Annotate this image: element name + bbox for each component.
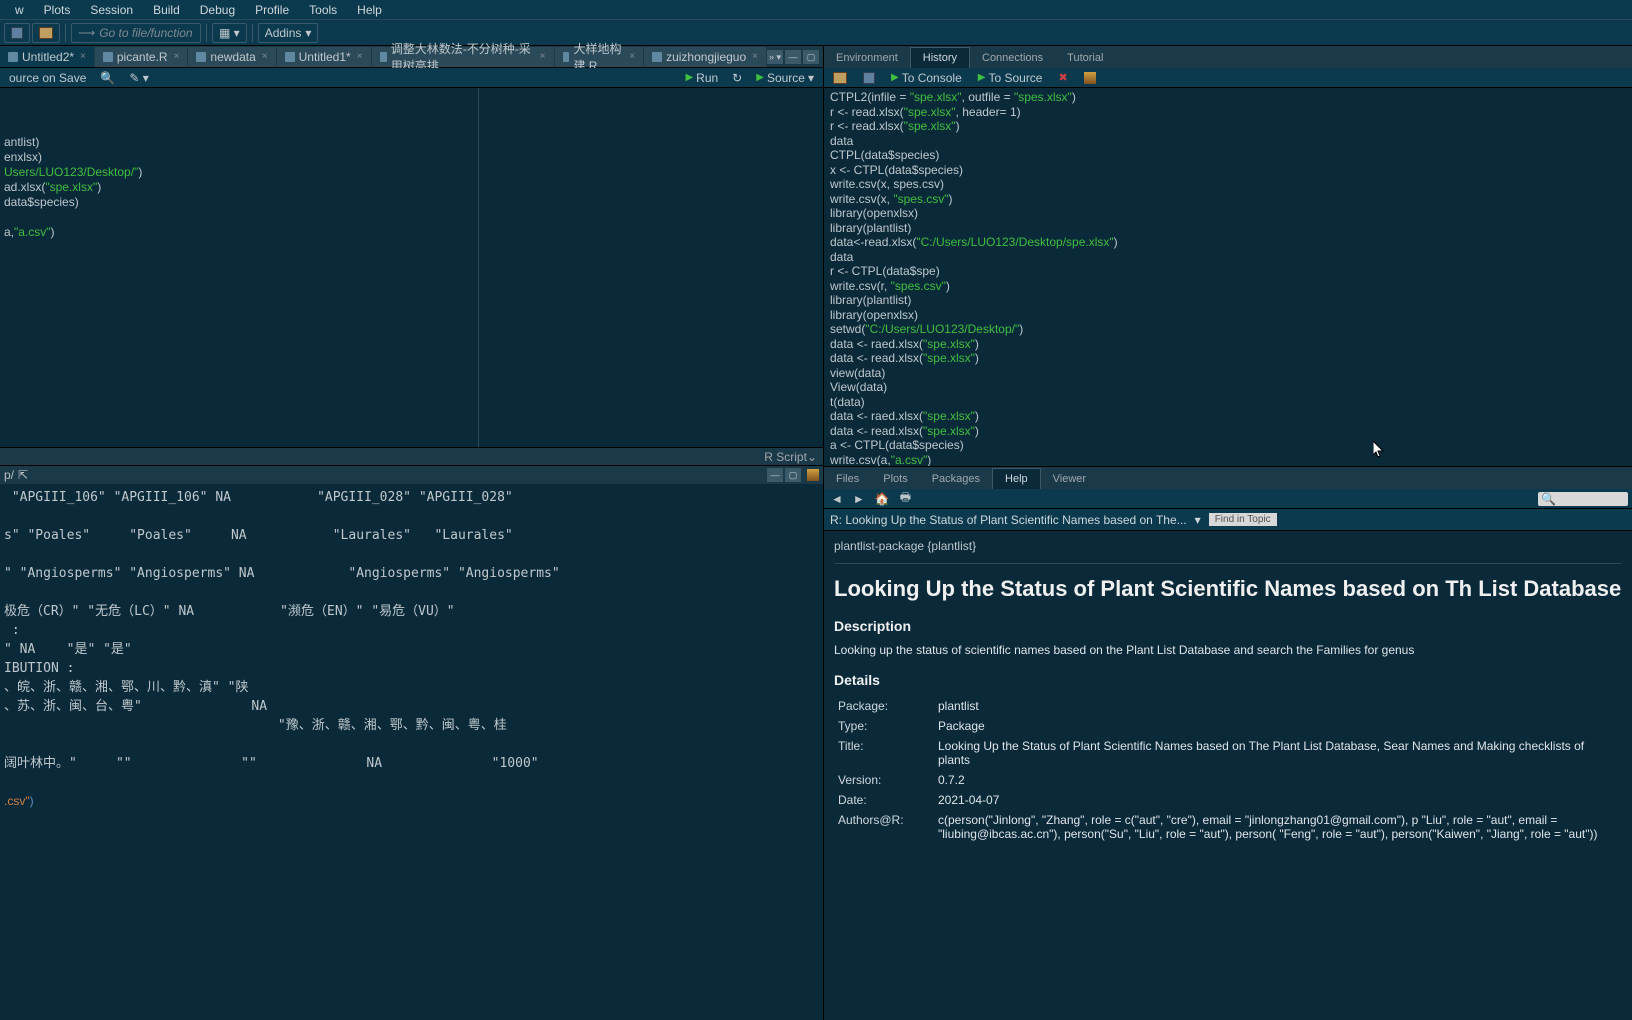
popout-icon[interactable]: ⇱	[18, 468, 28, 482]
file-icon	[11, 27, 23, 39]
help-title: Looking Up the Status of Plant Scientifi…	[834, 576, 1622, 602]
close-icon[interactable]: ×	[629, 51, 635, 62]
help-topic-header: plantlist-package {plantlist}	[834, 539, 1622, 564]
editor-tabs: Untitled2*× picante.R× newdata× Untitled…	[0, 46, 823, 68]
source-button[interactable]: ▶Source ▾	[751, 70, 819, 86]
menu-item[interactable]: Help	[347, 3, 392, 17]
file-icon	[196, 52, 206, 62]
close-icon[interactable]: ×	[174, 51, 180, 62]
save-history-button[interactable]	[858, 71, 880, 85]
source-on-save-checkbox[interactable]: ource on Save	[4, 70, 91, 86]
minimize-button[interactable]: —	[785, 50, 801, 64]
menu-item[interactable]: Debug	[190, 3, 245, 17]
history-toolbar: ▶To Console ▶To Source ✖	[824, 68, 1632, 88]
env-pane-tabs: Environment History Connections Tutorial	[824, 46, 1632, 68]
tab-history[interactable]: History	[910, 47, 970, 68]
back-button[interactable]: ◄	[828, 492, 846, 506]
goto-file-input[interactable]: ⟶ Go to file/function	[71, 23, 201, 43]
tab-environment[interactable]: Environment	[824, 48, 910, 68]
tab-files[interactable]: Files	[824, 469, 871, 489]
breadcrumb-text: R: Looking Up the Status of Plant Scient…	[830, 513, 1187, 527]
file-icon	[103, 52, 113, 62]
tab-newdata[interactable]: newdata×	[188, 47, 275, 67]
menu-item[interactable]: Plots	[34, 3, 81, 17]
history-list[interactable]: CTPL2(infile = "spe.xlsx", outfile = "sp…	[824, 88, 1632, 466]
forward-button[interactable]: ►	[850, 492, 868, 506]
minimize-button[interactable]: —	[767, 468, 783, 482]
help-content[interactable]: plantlist-package {plantlist} Looking Up…	[824, 531, 1632, 1020]
editor-statusbar: R Script ⌄	[0, 447, 823, 465]
to-console-button[interactable]: ▶To Console	[886, 70, 967, 86]
clear-button[interactable]	[1079, 71, 1101, 85]
menu-item[interactable]: Build	[143, 3, 190, 17]
run-button[interactable]: ▶Run	[680, 70, 723, 86]
close-icon[interactable]: ×	[262, 51, 268, 62]
menu-item[interactable]: w	[5, 3, 34, 17]
tab-chinese2[interactable]: 大样地构建.R×	[555, 47, 644, 67]
tab-tutorial[interactable]: Tutorial	[1055, 48, 1115, 68]
menu-item[interactable]: Profile	[245, 3, 299, 17]
help-breadcrumb: R: Looking Up the Status of Plant Scient…	[824, 509, 1632, 531]
addins-button[interactable]: Addins ▾	[258, 23, 319, 43]
help-toolbar: ◄ ► 🏠 🖶 🔍	[824, 489, 1632, 509]
tab-viewer[interactable]: Viewer	[1041, 469, 1098, 489]
home-button[interactable]: 🏠	[872, 492, 893, 506]
maximize-button[interactable]: ▢	[803, 50, 819, 64]
tab-connections[interactable]: Connections	[970, 48, 1055, 68]
tab-zuizhong[interactable]: zuizhongjieguo×	[644, 47, 766, 67]
close-icon[interactable]: ×	[357, 51, 363, 62]
close-icon[interactable]: ×	[80, 51, 86, 62]
rerun-button[interactable]: ↻	[727, 70, 747, 86]
wand-button[interactable]: ✎ ▾	[124, 70, 153, 86]
file-icon	[8, 52, 18, 62]
tab-untitled1[interactable]: Untitled1*×	[277, 47, 371, 67]
remove-button[interactable]: ✖	[1053, 70, 1072, 85]
find-button[interactable]: 🔍	[95, 70, 120, 86]
open-button[interactable]	[32, 23, 60, 43]
console-path: p/	[4, 468, 14, 482]
load-history-button[interactable]	[828, 71, 852, 85]
disk-icon	[863, 72, 875, 84]
new-file-button[interactable]	[4, 23, 30, 43]
grid-button[interactable]: ▦ ▾	[212, 23, 247, 43]
tab-plots[interactable]: Plots	[871, 469, 919, 489]
menu-item[interactable]: Tools	[299, 3, 347, 17]
menubar: w Plots Session Build Debug Profile Tool…	[0, 0, 1632, 20]
code-editor[interactable]: antlist)enxlsx)Users/LUO123/Desktop/")ad…	[0, 88, 823, 447]
tab-chinese1[interactable]: 调整大林数法-不分树种-采用树高排...×	[372, 47, 554, 67]
folder-icon	[833, 72, 847, 84]
main-toolbar: ⟶ Go to file/function ▦ ▾ Addins ▾	[0, 20, 1632, 46]
find-in-topic-input[interactable]: Find in Topic	[1209, 513, 1277, 526]
file-icon	[652, 52, 662, 62]
tab-packages[interactable]: Packages	[920, 469, 992, 489]
tab-untitled2[interactable]: Untitled2*×	[0, 47, 94, 67]
help-details-table: Package:plantlistType:PackageTitle:Looki…	[834, 696, 1622, 844]
menu-item[interactable]: Session	[80, 3, 143, 17]
maximize-button[interactable]: ▢	[785, 468, 801, 482]
file-icon	[563, 52, 570, 62]
folder-icon	[39, 27, 53, 39]
help-description: Looking up the status of scientific name…	[834, 642, 1622, 658]
console-output[interactable]: "APGIII_106" "APGIII_106" NA "APGIII_028…	[0, 484, 823, 1020]
dropdown-icon[interactable]: ▾	[1195, 513, 1201, 527]
help-section-heading: Details	[834, 672, 1622, 688]
close-icon[interactable]: ×	[752, 51, 758, 62]
clear-icon[interactable]	[807, 469, 819, 481]
to-source-button[interactable]: ▶To Source	[973, 70, 1048, 86]
help-search-input[interactable]: 🔍	[1538, 492, 1628, 506]
tab-help[interactable]: Help	[992, 468, 1041, 489]
close-icon[interactable]: ×	[540, 51, 546, 62]
console-header: p/ ⇱ — ▢	[0, 466, 823, 484]
help-section-heading: Description	[834, 618, 1622, 634]
editor-toolbar: ource on Save 🔍 ✎ ▾ ▶Run ↻ ▶Source ▾	[0, 68, 823, 88]
help-pane-tabs: Files Plots Packages Help Viewer	[824, 467, 1632, 489]
tab-scroll-button[interactable]: » ▾	[767, 50, 783, 64]
print-button[interactable]: 🖶	[897, 488, 914, 509]
tab-picante[interactable]: picante.R×	[95, 47, 188, 67]
file-icon	[285, 52, 295, 62]
file-icon	[380, 52, 387, 62]
broom-icon	[1084, 72, 1096, 84]
